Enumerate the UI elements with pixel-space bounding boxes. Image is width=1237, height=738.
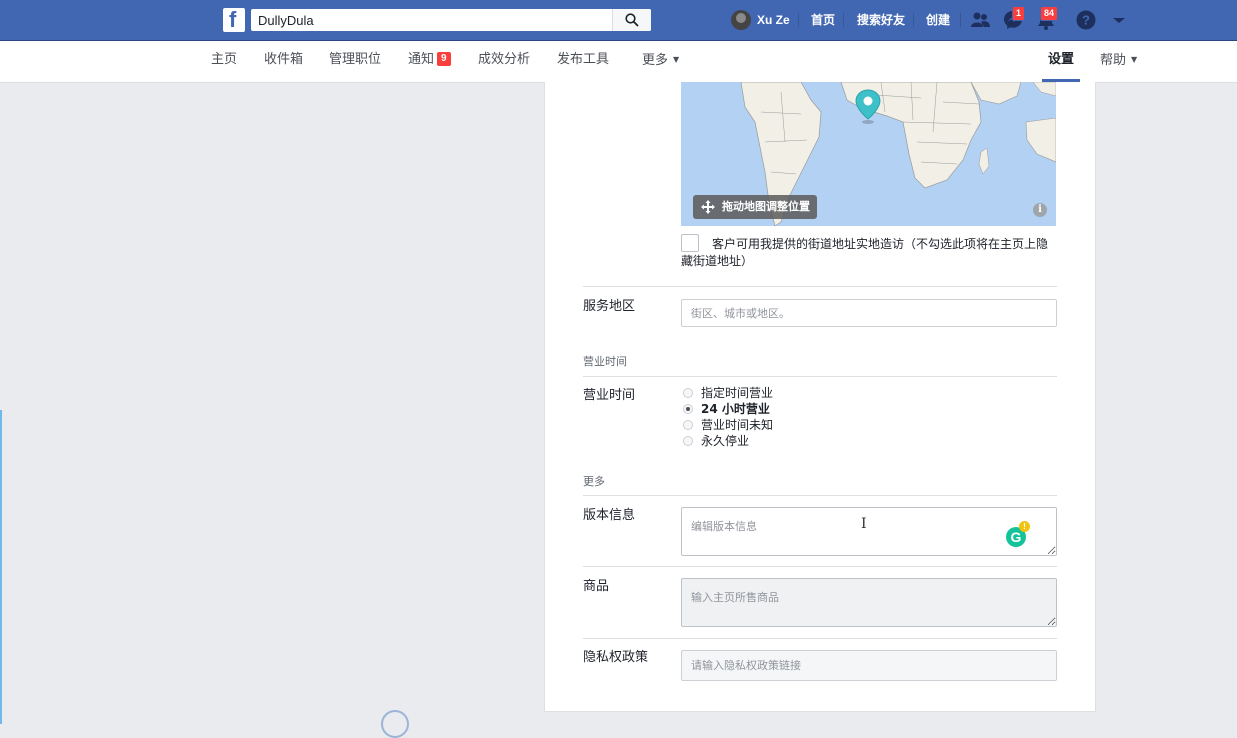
chevron-down-icon: ▼ [673,55,680,64]
privacy-policy-input[interactable] [681,650,1057,681]
service-area-label: 服务地区 [583,299,636,314]
window-edge [0,410,2,724]
divider [583,495,1057,496]
map-drag-hint: 拖动地图调整位置 [693,195,817,219]
help-icon[interactable]: ? [1075,9,1097,31]
account-menu-chevron-down-icon[interactable] [1108,9,1130,31]
tab-settings[interactable]: 设置 [1048,41,1074,79]
search-icon [625,13,639,27]
nav-divider [913,13,914,27]
avatar[interactable] [731,10,751,30]
tab-publishing-tools[interactable]: 发布工具 [557,41,609,79]
loading-spinner-icon [381,710,409,738]
home-link[interactable]: 首页 [811,0,835,40]
hours-section-heading: 营业时间 [583,355,627,368]
notifications-badge: 84 [1040,6,1059,21]
notifications-icon[interactable]: 84 [1035,6,1059,31]
tab-insights[interactable]: 成效分析 [478,41,530,79]
impressum-textarea[interactable] [681,507,1057,556]
radio-button[interactable] [683,420,693,430]
public-address-checkbox-label: 客户可用我提供的街道地址实地造访（不勾选此项将在主页上隐藏街道地址） [681,237,1049,268]
nav-divider [960,13,961,27]
tab-page-roles[interactable]: 管理职位 [329,41,381,79]
radio-button-selected[interactable] [683,404,693,414]
top-navigation-bar: f Xu Ze 首页 搜索好友 创建 1 84 ? [0,0,1237,41]
tab-inbox[interactable]: 收件箱 [264,41,303,79]
tab-help[interactable]: 帮助 ▼ [1100,41,1137,80]
impressum-label: 版本信息 [583,508,636,523]
divider [583,376,1057,377]
more-section-heading: 更多 [583,475,605,488]
nav-divider [798,13,799,27]
privacy-policy-label: 隐私权政策 [583,650,649,665]
find-friends-link[interactable]: 搜索好友 [857,0,905,40]
divider [583,286,1057,287]
search-button[interactable] [612,9,651,31]
chevron-down-icon: ▼ [1131,55,1138,64]
service-area-input[interactable] [681,299,1057,327]
page-navigation-bar: 主页 收件箱 管理职位 通知 9 成效分析 发布工具 更多 ▼ 设置 帮助 ▼ [0,41,1237,83]
radio-button[interactable] [683,388,693,398]
nav-divider [843,13,844,27]
products-label: 商品 [583,579,610,594]
friend-requests-icon[interactable] [969,9,991,31]
divider [583,638,1057,639]
notifications-count-badge: 9 [437,52,451,66]
tab-notifications[interactable]: 通知 9 [408,41,451,79]
tab-more[interactable]: 更多 ▼ [642,41,679,80]
products-textarea[interactable] [681,578,1057,627]
move-arrows-icon [701,200,715,214]
grammarly-alert-icon: ! [1019,521,1030,532]
tab-page[interactable]: 主页 [211,41,237,79]
profile-link[interactable]: Xu Ze [757,0,790,40]
map-info-icon[interactable]: i [1033,203,1047,217]
search-input[interactable] [251,9,618,31]
create-link[interactable]: 创建 [926,0,950,40]
divider [583,566,1057,567]
messages-badge: 1 [1012,6,1026,21]
svg-text:?: ? [1082,13,1090,28]
hours-label: 营业时间 [583,388,636,403]
facebook-logo[interactable]: f [223,7,245,32]
messenger-icon[interactable]: 1 [1002,6,1026,31]
text-cursor-icon: I [861,516,867,532]
radio-button[interactable] [683,436,693,446]
search-box [251,9,651,31]
